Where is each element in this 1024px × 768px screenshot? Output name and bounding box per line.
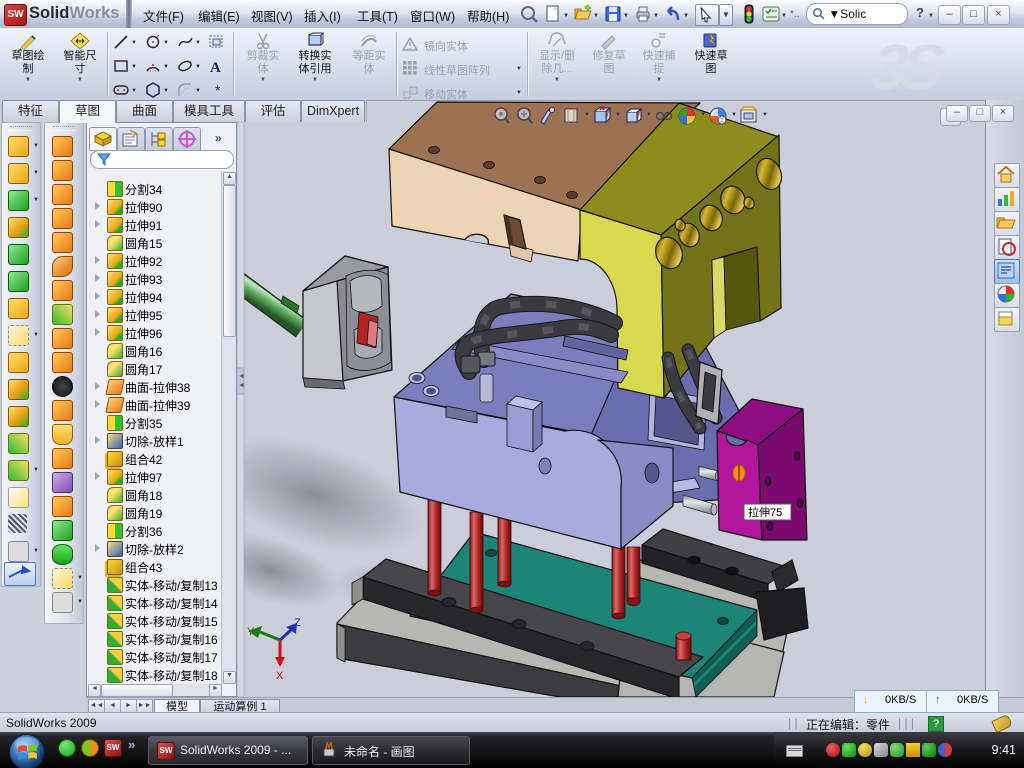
svg-text:X: X (276, 670, 284, 682)
svg-text:◄: ◄ (238, 382, 245, 389)
svg-text:*: * (215, 82, 221, 98)
svg-text:拉伸75: 拉伸75 (748, 505, 782, 519)
svg-text:Z: Z (294, 617, 301, 629)
svg-text:◄: ◄ (238, 373, 245, 380)
svg-text:Y: Y (247, 626, 255, 638)
svg-text:A: A (210, 60, 221, 74)
